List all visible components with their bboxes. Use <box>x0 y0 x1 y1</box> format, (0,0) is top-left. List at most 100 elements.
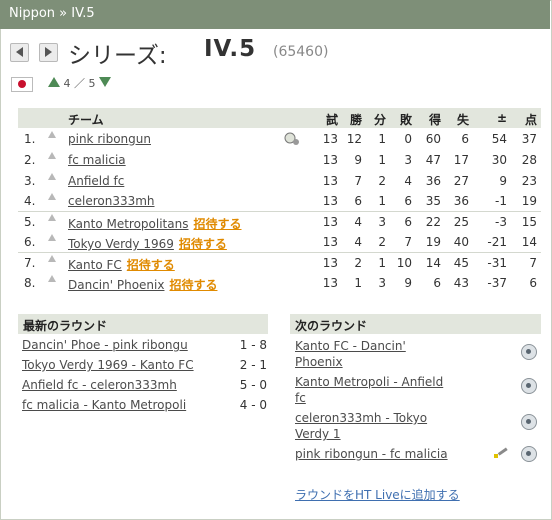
list-item: pink ribongun - fc malicia <box>295 446 515 462</box>
match-link[interactable]: pink ribongun - fc malicia <box>295 447 448 461</box>
match-preview-icon[interactable] <box>521 446 537 462</box>
draws: 2 <box>378 174 386 188</box>
rank-down-icon[interactable] <box>99 77 111 87</box>
table-row: 7. Kanto FC 招待する 13 2 1 10 14 45 -31 7 <box>18 253 541 273</box>
trend-icon <box>48 255 56 262</box>
next-round-title: 次のラウンド <box>295 319 368 333</box>
next-round-header: 次のラウンド <box>290 314 541 334</box>
col-points: 点 <box>524 113 537 127</box>
row-position: 1. <box>24 132 36 146</box>
rank-current: 4 <box>63 77 71 90</box>
list-item: Kanto FC - Dancin' Phoenix <box>295 338 515 370</box>
goals-against: 27 <box>453 174 469 188</box>
rank-up-icon[interactable] <box>48 77 60 87</box>
previous-series-button[interactable] <box>10 43 29 62</box>
goals-against: 6 <box>461 132 469 146</box>
team-link[interactable]: Anfield fc <box>68 174 124 188</box>
match-link[interactable]: Kanto Metropoli - Anfield <box>295 375 443 389</box>
team-link[interactable]: Kanto FC <box>68 258 122 272</box>
col-goal-diff: ± <box>496 111 507 125</box>
goals-against: 17 <box>453 153 469 167</box>
invite-link[interactable]: 招待する <box>127 258 175 272</box>
latest-round-title: 最新のラウンド <box>23 319 108 333</box>
match-link[interactable]: Dancin' Phoe - pink ribongu <box>22 338 188 352</box>
team-link[interactable]: fc malicia <box>68 153 126 167</box>
losses: 6 <box>404 194 412 208</box>
goal-diff: -1 <box>495 194 507 208</box>
team-link[interactable]: Tokyo Verdy 1969 <box>68 237 174 251</box>
points: 23 <box>521 174 537 188</box>
col-goals-for: 得 <box>428 113 441 127</box>
breadcrumb[interactable]: Nippon » IV.5 <box>9 6 95 21</box>
list-item: Dancin' Phoe - pink ribongu 1 - 8 <box>22 338 267 352</box>
draws: 1 <box>378 132 386 146</box>
breadcrumb-bar: Nippon » IV.5 <box>0 0 550 29</box>
goals-for: 19 <box>425 235 441 249</box>
col-draws: 分 <box>373 113 386 127</box>
trend-icon <box>48 234 56 241</box>
goals-for: 60 <box>425 132 441 146</box>
team-link[interactable]: Dancin' Phoenix <box>68 278 164 292</box>
points: 37 <box>521 132 537 146</box>
series-rank-nav: 4 ／ 5 <box>48 75 111 91</box>
team-link[interactable]: Kanto Metropolitans <box>68 217 188 231</box>
match-link[interactable]: Anfield fc - celeron333mh <box>22 378 177 392</box>
japan-flag-icon[interactable] <box>11 77 33 92</box>
goal-diff: -37 <box>487 276 507 290</box>
match-link[interactable]: celeron333mh - Tokyo <box>295 411 427 425</box>
supporter-icon <box>284 132 299 145</box>
list-item: fc malicia - Kanto Metropoli 4 - 0 <box>22 398 267 412</box>
row-position: 3. <box>24 174 36 188</box>
match-score: 4 - 0 <box>239 398 267 412</box>
invite-link[interactable]: 招待する <box>169 278 217 292</box>
row-position: 5. <box>24 215 36 229</box>
draws: 1 <box>378 194 386 208</box>
goals-for: 22 <box>425 215 441 229</box>
match-link[interactable]: Kanto FC - Dancin' <box>295 339 406 353</box>
goals-for: 35 <box>425 194 441 208</box>
match-link[interactable]: Phoenix <box>295 355 343 369</box>
add-to-ht-live-link[interactable]: ラウンドをHT Liveに追加する <box>295 486 460 503</box>
goals-against: 40 <box>453 235 469 249</box>
goal-diff: -21 <box>487 235 507 249</box>
rank-total: 5 <box>88 77 96 90</box>
match-preview-icon[interactable] <box>521 378 537 394</box>
table-row: 1. pink ribongun 13 12 1 0 60 6 54 37 <box>18 129 541 149</box>
draws: 2 <box>378 235 386 249</box>
draws: 1 <box>378 153 386 167</box>
team-link[interactable]: celeron333mh <box>68 194 155 208</box>
col-goals-against: 失 <box>456 113 469 127</box>
invite-link[interactable]: 招待する <box>179 237 227 251</box>
goals-against: 43 <box>453 276 469 290</box>
match-link[interactable]: Tokyo Verdy 1969 - Kanto FC <box>22 358 194 372</box>
goals-for: 36 <box>425 174 441 188</box>
col-team: チーム <box>68 113 104 127</box>
draws: 3 <box>378 276 386 290</box>
losses: 6 <box>404 215 412 229</box>
trend-icon <box>48 173 56 180</box>
points: 28 <box>521 153 537 167</box>
team-link[interactable]: pink ribongun <box>68 132 151 146</box>
draws: 3 <box>378 215 386 229</box>
invite-link[interactable]: 招待する <box>193 217 241 231</box>
points: 14 <box>521 235 537 249</box>
match-score: 2 - 1 <box>239 358 267 372</box>
match-preview-icon[interactable] <box>521 414 537 430</box>
col-losses: 敗 <box>399 113 412 127</box>
next-series-button[interactable] <box>39 43 58 62</box>
goals-for: 14 <box>425 256 441 270</box>
goals-for: 6 <box>433 276 441 290</box>
points: 7 <box>529 256 537 270</box>
match-link[interactable]: Verdy 1 <box>295 427 341 441</box>
match-link[interactable]: fc malicia - Kanto Metropoli <box>22 398 186 412</box>
match-preview-icon[interactable] <box>521 344 537 360</box>
trend-icon <box>48 275 56 282</box>
goals-against: 36 <box>453 194 469 208</box>
edit-pencil-icon[interactable] <box>492 446 510 462</box>
goals-for: 47 <box>425 153 441 167</box>
table-row: 2. fc malicia 13 9 1 3 47 17 30 28 <box>18 150 541 170</box>
match-link[interactable]: fc <box>295 391 306 405</box>
match-score: 5 - 0 <box>239 378 267 392</box>
goal-diff: -3 <box>495 215 507 229</box>
arrow-left-icon <box>16 47 23 57</box>
